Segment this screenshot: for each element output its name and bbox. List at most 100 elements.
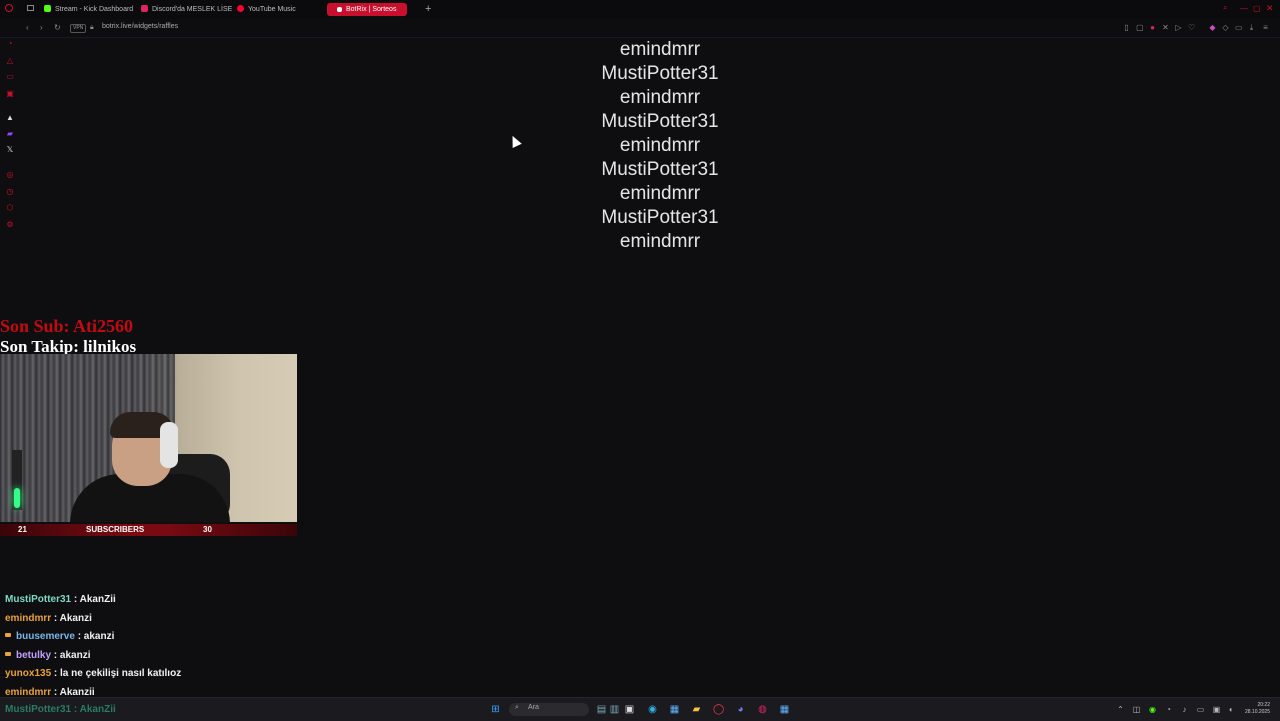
- lock-icon[interactable]: 🔒︎: [90, 23, 94, 33]
- opera-icon[interactable]: ◯: [713, 704, 724, 715]
- extension-icon[interactable]: ◆: [1209, 24, 1216, 32]
- new-tab-button[interactable]: +: [425, 2, 431, 16]
- sidebar-clock-icon[interactable]: ◷: [6, 188, 14, 196]
- sidebar-cube-icon[interactable]: ⬡: [6, 204, 14, 212]
- tray-monitor-icon[interactable]: ▭: [1196, 705, 1205, 714]
- raffle-entry: emindmrr: [619, 39, 701, 60]
- download-icon[interactable]: ⤓: [1248, 24, 1255, 32]
- menu-icon[interactable]: ≡: [1262, 24, 1269, 32]
- close-window-icon[interactable]: ✕: [1266, 3, 1274, 14]
- tray-sync-icon[interactable]: ◔: [1164, 705, 1173, 714]
- sub-goal-target: 30: [203, 525, 212, 534]
- chat-text: : akanzi: [77, 631, 115, 642]
- raffle-entry: MustiPotter31: [601, 63, 719, 84]
- chat-username: MustiPotter31: [5, 594, 72, 605]
- search-tabs-icon[interactable]: ⌕: [1223, 3, 1227, 13]
- wallet-icon[interactable]: ▭: [1235, 24, 1243, 32]
- sidebar-twitch-icon[interactable]: ▰: [6, 130, 14, 138]
- heart-icon[interactable]: ♡: [1188, 24, 1195, 32]
- browser-tab-bar: Stream - Kick Dashboard Discord'da MESLE…: [0, 0, 1280, 19]
- chat-username: yunox135: [5, 668, 52, 679]
- sidebar-x-icon[interactable]: 𝕏: [6, 146, 14, 154]
- tab-discord[interactable]: Discord'da MESLEK LİSE: [141, 3, 232, 16]
- forward-icon[interactable]: ›: [40, 23, 43, 33]
- raffle-entry: MustiPotter31: [601, 111, 719, 132]
- sidebar-gear-icon[interactable]: ⚙: [6, 221, 14, 229]
- taskbar-clock[interactable]: 20:22 28.10.2025: [1238, 702, 1270, 716]
- chat-text: : la ne çekilişi nasıl katılıoz: [53, 668, 182, 679]
- chat-username: emindmrr: [5, 686, 52, 698]
- file-explorer-icon[interactable]: ▣: [624, 704, 635, 715]
- back-icon[interactable]: ‹: [26, 23, 29, 33]
- tray-app-icon[interactable]: ◫: [1132, 705, 1141, 714]
- play-icon[interactable]: ▷: [1175, 24, 1182, 32]
- tray-overflow-icon[interactable]: ⌃: [1116, 705, 1125, 714]
- chat-text: : Akanzi: [53, 612, 92, 624]
- vpn-badge[interactable]: VPN: [70, 24, 87, 33]
- url-field[interactable]: botrix.live/widgets/raffles: [102, 23, 178, 30]
- botrix-icon: [337, 7, 342, 12]
- sidebar-screen-icon[interactable]: ▭: [6, 73, 14, 81]
- webcam-feed: [0, 354, 297, 522]
- subscriber-badge-icon: [5, 651, 11, 656]
- translate-icon[interactable]: ✕: [1162, 24, 1169, 32]
- raffle-entry: MustiPotter31: [601, 159, 719, 180]
- tray-green-icon[interactable]: ◉: [1148, 705, 1157, 714]
- clock-date: 28.10.2025: [1244, 709, 1270, 715]
- sidebar-box-icon[interactable]: ▣: [6, 90, 14, 98]
- taskbar-search-input[interactable]: ⌕ Ara: [509, 703, 589, 716]
- sidebar-arrow-icon[interactable]: ▲: [6, 114, 14, 122]
- raffle-entry: emindmrr: [619, 135, 701, 156]
- maximize-icon[interactable]: ▢: [1253, 4, 1261, 13]
- folder-icon[interactable]: ▰: [691, 704, 702, 715]
- raffle-entries-list: emindmrr MustiPotter31 emindmrr MustiPot…: [560, 38, 760, 254]
- widgets-icon[interactable]: ▥: [609, 704, 620, 715]
- bookmark-icon[interactable]: ▯: [1123, 24, 1130, 32]
- store-icon[interactable]: ▦: [669, 704, 680, 715]
- chat-message: MustiPotter31 : AkanZii: [5, 592, 405, 611]
- puzzle-icon[interactable]: ◇: [1222, 24, 1229, 32]
- tab-label: Discord'da MESLEK LİSE: [152, 6, 233, 13]
- subscriber-goal-bar: 21 SUBSCRIBERS 30: [0, 524, 297, 536]
- edge-icon[interactable]: ◉: [647, 704, 658, 715]
- chat-text: : Akanzii: [53, 686, 95, 698]
- sidebar-history-icon[interactable]: ◔: [6, 40, 14, 48]
- tray-mic-icon[interactable]: ♪: [1180, 705, 1189, 714]
- tab-menu-icon[interactable]: [27, 5, 34, 11]
- sidebar-settings-icon[interactable]: ◎: [6, 171, 14, 179]
- sidebar-warning-icon[interactable]: △: [6, 57, 14, 65]
- chat-username: emindmrr: [5, 612, 52, 624]
- raffle-entry: emindmrr: [619, 231, 701, 252]
- reload-icon[interactable]: ↻: [54, 23, 61, 33]
- obs-icon[interactable]: ◍: [757, 704, 768, 715]
- tab-label: YouTube Music: [248, 6, 296, 13]
- windows-taskbar: ⊞ ⌕ Ara ▤ ▥ ▣ ◉ ▦ ▰ ◯ ◕ ◍ ▦ ⌃ ◫ ◉ ◔ ♪ ▭ …: [0, 697, 1280, 721]
- tab-kick-dashboard[interactable]: Stream - Kick Dashboard: [44, 3, 133, 16]
- chat-message: yunox135 : la ne çekilişi nasıl katılıoz: [5, 666, 405, 685]
- tab-botrix-sorteos[interactable]: BotRix | Sorteos: [327, 3, 407, 16]
- chat-username: buusemerve: [16, 631, 75, 642]
- discord-taskbar-icon[interactable]: ◕: [735, 704, 746, 715]
- snapshot-icon[interactable]: ▢: [1136, 24, 1144, 32]
- sub-goal-title: SUBSCRIBERS: [86, 525, 145, 534]
- chat-message: buusemerve : akanzi: [5, 629, 405, 648]
- minimize-icon[interactable]: —: [1240, 4, 1248, 13]
- tray-network-icon[interactable]: ▣: [1212, 705, 1221, 714]
- subscriber-badge-icon: [5, 633, 11, 637]
- task-view-icon[interactable]: ▤: [596, 704, 607, 715]
- tab-youtube-music[interactable]: YouTube Music: [237, 3, 296, 16]
- calculator-icon[interactable]: ▦: [779, 704, 790, 715]
- record-icon[interactable]: ●: [1149, 24, 1156, 32]
- headset-icon: [160, 422, 178, 468]
- chat-text: : akanzi: [53, 649, 91, 661]
- mouse-cursor-icon: [508, 133, 522, 148]
- raffle-entry: emindmrr: [619, 87, 701, 108]
- chat-username: betulky: [16, 649, 52, 661]
- raffle-entry: emindmrr: [619, 183, 701, 204]
- search-placeholder: Ara: [528, 704, 539, 711]
- opera-logo-icon[interactable]: [5, 4, 13, 12]
- windows-start-icon[interactable]: ⊞: [490, 704, 501, 715]
- chat-overlay-faded-line: MustiPotter31 : AkanZii: [5, 704, 116, 715]
- tray-volume-icon[interactable]: ◖: [1226, 705, 1235, 714]
- kick-icon: [44, 5, 51, 12]
